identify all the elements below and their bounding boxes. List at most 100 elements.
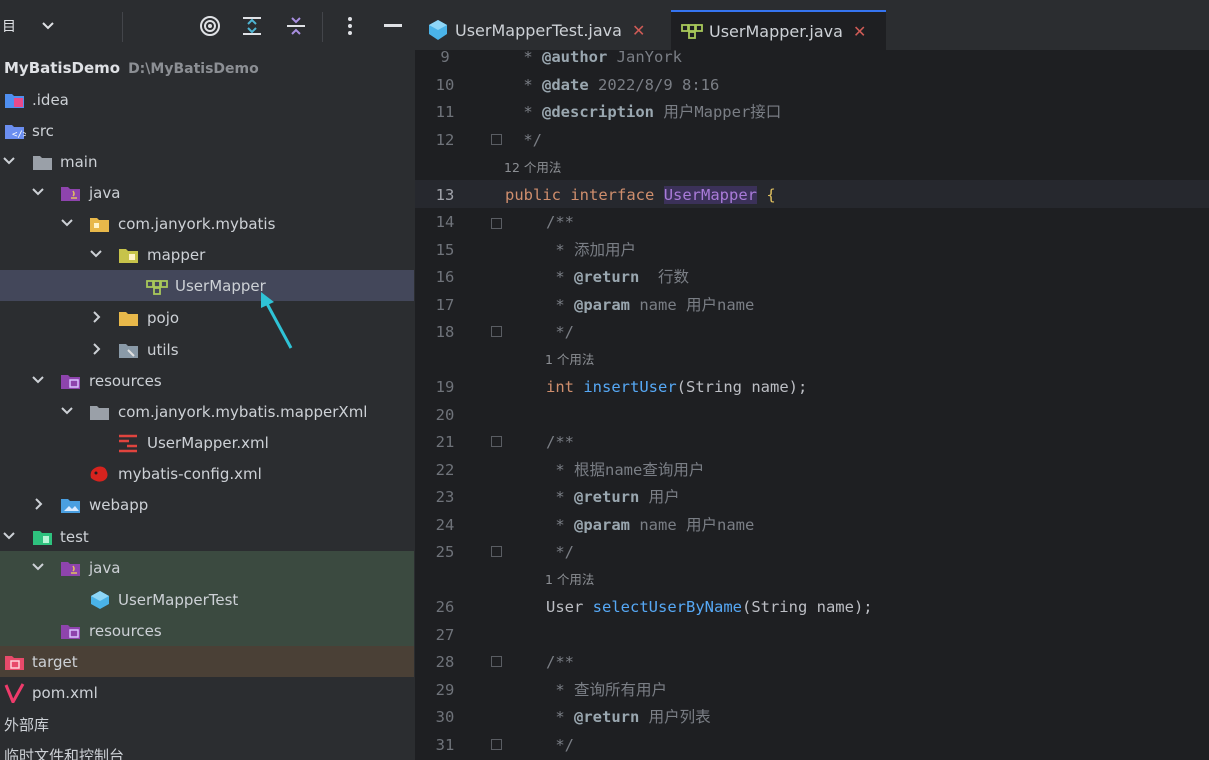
tree-item-usermappertest[interactable]: UserMapperTest [0,584,414,615]
tree-item-label: test [60,528,89,546]
fold-marker-icon[interactable] [491,326,502,337]
tree-item-utils[interactable]: utils [0,334,414,365]
chevron-down-icon[interactable] [38,14,58,38]
chevron-right-icon[interactable] [30,489,50,520]
fold-marker-icon[interactable] [491,218,502,229]
chevron-down-icon[interactable] [58,208,78,239]
code-line: */ [546,736,574,754]
chevron-down-icon[interactable] [29,177,49,208]
collapse-all-icon[interactable] [284,14,308,38]
chevron-down-icon[interactable] [0,521,20,552]
chevron-down-icon[interactable] [0,146,20,177]
line-number: 14 [435,213,455,231]
chevron-right-icon[interactable] [88,302,108,333]
tree-item-label: pojo [147,309,180,327]
idea-folder-icon [5,94,24,108]
hide-panel-icon[interactable] [382,14,404,38]
locate-file-icon[interactable] [198,14,222,38]
tree-item-label: resources [89,622,162,640]
tree-item-test[interactable]: test [0,521,414,552]
code-line: int insertUser(String name); [546,378,808,396]
code-line: public interface UserMapper { [505,186,776,204]
tree-item-project-root[interactable]: MyBatisDemo D:\MyBatisDemo [0,52,414,83]
line-number: 18 [435,323,455,341]
chevron-right-icon[interactable] [88,334,108,365]
folder-icon [33,156,52,170]
tree-item-external-libraries[interactable]: 外部库 [0,709,414,740]
fold-marker-icon[interactable] [491,739,502,750]
line-number: 28 [435,653,455,671]
tab-usermappertest[interactable]: UserMapperTest.java ✕ [415,10,667,50]
chevron-down-icon[interactable] [87,239,107,270]
line-number: 15 [435,241,455,259]
code-line: User selectUserByName(String name); [546,598,873,616]
tree-item-mybatis-config[interactable]: mybatis-config.xml [0,458,414,489]
tree-item-pom[interactable]: pom.xml [0,677,414,708]
line-number: 25 [435,543,455,561]
usages-hint[interactable]: 12 个用法 [504,160,561,176]
package-icon [119,312,138,326]
close-icon[interactable]: ✕ [853,22,866,41]
tree-item-mapperxml-folder[interactable]: com.janyork.mybatis.mapperXml [0,396,414,427]
chevron-down-icon[interactable] [29,365,49,396]
tree-item-test-java[interactable]: java [0,552,414,583]
code-line: */ [546,543,574,561]
tree-item-package-root[interactable]: com.janyork.mybatis [0,208,414,239]
tree-item-label: 外部库 [4,716,50,734]
code-line: * @author JanYork [514,50,682,66]
fold-marker-icon[interactable] [491,134,502,145]
project-toolbar: 目 [0,0,414,52]
tree-item-resources[interactable]: resources [0,365,414,396]
tab-usermapper[interactable]: UserMapper.java ✕ [671,10,886,50]
tree-item-pojo[interactable]: pojo [0,302,414,333]
tree-item-idea[interactable]: .idea [0,84,414,115]
package-icon [119,344,138,358]
tree-item-src[interactable]: </> src [0,115,414,146]
fold-marker-icon[interactable] [491,656,502,667]
code-line: * @return 行数 [546,268,689,286]
tree-item-target[interactable]: target [0,646,414,677]
tree-item-usermapper-xml[interactable]: UserMapper.xml [0,427,414,458]
line-number: 22 [435,461,455,479]
fold-marker-icon[interactable] [491,546,502,557]
tree-item-java[interactable]: java [0,177,414,208]
tree-item-mapper[interactable]: mapper [0,239,414,270]
line-number: 31 [435,736,455,754]
close-icon[interactable]: ✕ [632,21,645,40]
chevron-down-icon[interactable] [58,396,78,427]
line-number: 26 [435,598,455,616]
panel-title: 目 [2,19,16,35]
tree-item-label: 临时文件和控制台 [4,747,125,760]
svg-text:</>: </> [12,130,26,140]
more-options-icon[interactable] [340,14,360,38]
expand-all-icon[interactable] [240,14,264,38]
code-line: * 查询所有用户 [546,681,667,699]
tree-item-scratches[interactable]: 临时文件和控制台 [0,740,414,760]
code-line: /** [546,653,574,671]
tree-item-label: UserMapper.xml [147,434,269,452]
tree-item-webapp[interactable]: webapp [0,489,414,520]
web-folder-icon [61,499,80,513]
code-line: * @param name 用户name [546,516,755,534]
code-line: * @return 用户 [546,488,680,506]
interface-icon [146,280,168,295]
chevron-down-icon[interactable] [29,552,49,583]
tree-item-label: java [89,559,121,577]
excluded-folder-icon [5,656,24,670]
line-number: 30 [435,708,455,726]
code-area[interactable]: 9 10 11 12 13 14 15 16 17 18 19 20 21 22… [415,50,1209,760]
maven-icon [4,683,25,703]
java-test-root-icon [61,562,80,576]
tree-item-main[interactable]: main [0,146,414,177]
tree-item-label: resources [89,372,162,390]
code-line: */ [546,323,574,341]
fold-marker-icon[interactable] [491,436,502,447]
tab-label: UserMapper.java [709,21,843,41]
usages-hint[interactable]: 1 个用法 [545,572,594,588]
tree-item-usermapper[interactable]: UserMapper [0,270,414,301]
usages-hint[interactable]: 1 个用法 [545,352,594,368]
tree-item-label: webapp [89,496,149,514]
xml-file-icon [119,434,137,453]
tree-item-test-resources[interactable]: resources [0,615,414,646]
tree-item-label: .idea [32,91,69,109]
